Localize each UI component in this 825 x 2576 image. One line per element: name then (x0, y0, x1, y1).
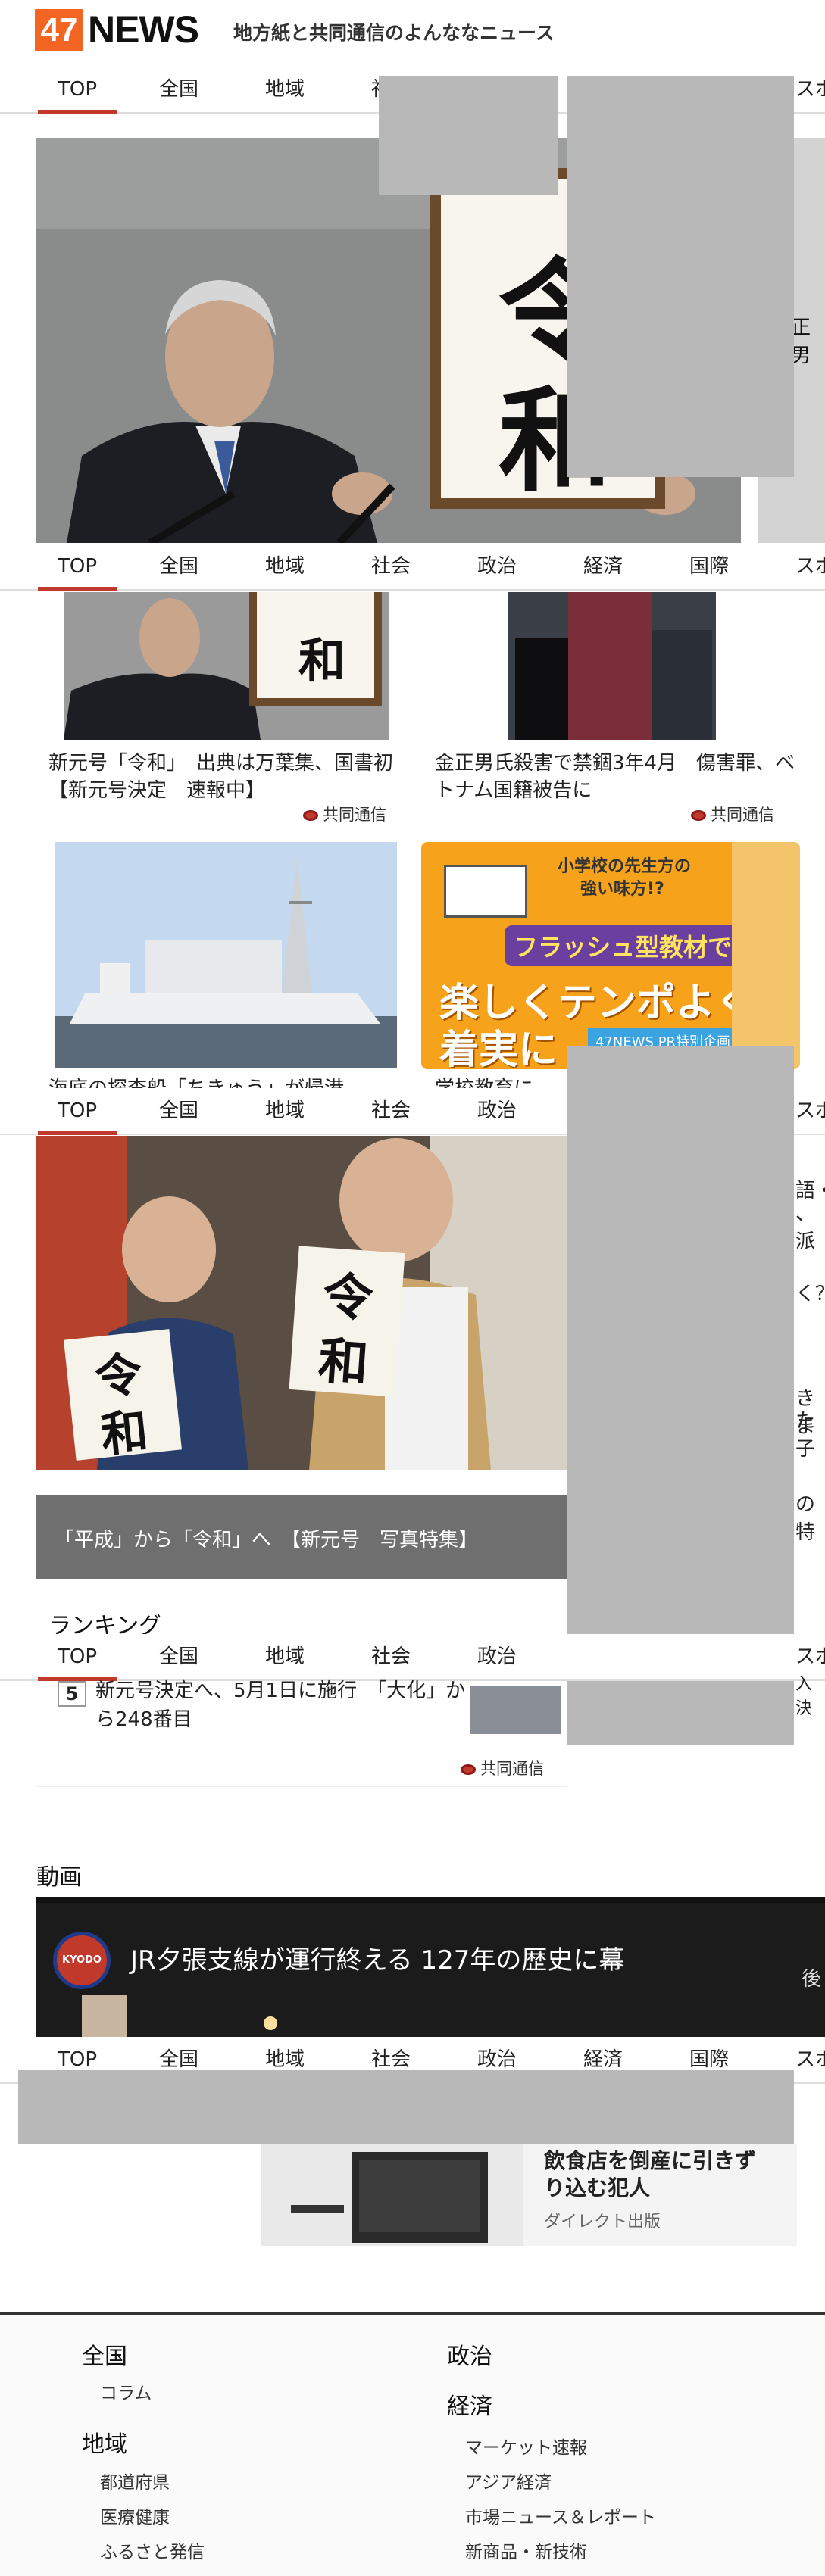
nav-tab-shakai[interactable]: 社会 (371, 1634, 411, 1679)
news-card-2-source: 共同通信 (691, 803, 774, 825)
footer-link-asia[interactable]: アジア経済 (465, 2468, 552, 2493)
ad-line-3: フラッシュ型教材で (505, 925, 742, 966)
promo-thumbnail (261, 2144, 523, 2246)
ad-line-1: 小学校の先生方の (558, 857, 692, 876)
nav-tab-sports[interactable]: スポ (795, 544, 825, 589)
feature-side-frag-2: 、派 (795, 1202, 816, 1253)
news-card-1-source: 共同通信 (303, 803, 386, 825)
feature-sign-left: 令 和 (64, 1329, 182, 1463)
promo-card[interactable]: 飲食店を倒産に引きずり込む犯人 ダイレクト出版 (261, 2144, 797, 2246)
nav-tab-kokusai[interactable]: 国際 (689, 544, 729, 589)
ad-line-2: 強い味方!? (580, 880, 664, 899)
main-nav-sticky-3: TOP 全国 地域 社会 政治 スポ (0, 1634, 825, 1681)
feature-sign-right-kanji-1: 令 (320, 1265, 375, 1329)
feature-image[interactable]: 令 和 令 和 (36, 1136, 567, 1470)
ranking-rank-badge: 5 (58, 1681, 86, 1707)
news-card-3-photo (55, 842, 397, 1068)
nav-tab-zenkoku[interactable]: 全国 (159, 1634, 198, 1679)
site-footer: 全国 コラム 地域 都道府県 医療健康 ふるさと発信 政治 経済 マーケット速報… (0, 2312, 825, 2576)
news-card-1-image[interactable]: 和 (64, 592, 389, 740)
nav-tab-sports[interactable]: スポ (795, 2037, 825, 2082)
video-heading: 動画 (36, 1864, 82, 1891)
site-tagline: 地方紙と共同通信のよんななニュース (233, 22, 555, 44)
news-card-2-image[interactable] (508, 592, 716, 740)
promo-title: 飲食店を倒産に引きずり込む犯人 (544, 2148, 757, 2200)
footer-link-prefectures[interactable]: 都道府県 (100, 2468, 170, 2493)
footer-link-furusato[interactable]: ふるさと発信 (100, 2537, 205, 2563)
promo-source: ダイレクト出版 (544, 2213, 661, 2231)
logo-mark[interactable]: 47 (35, 9, 83, 51)
nav-tab-zenkoku[interactable]: 全国 (159, 67, 198, 112)
card-1-kanji: 和 (298, 633, 346, 688)
video-player[interactable]: KYODO JR夕張支線が運行終える 127年の歴史に幕 後 (36, 1897, 825, 2038)
nav-tab-zenkoku[interactable]: 全国 (159, 544, 198, 589)
news-card-3-image[interactable] (55, 842, 397, 1068)
nav-tab-top[interactable]: TOP (37, 67, 117, 114)
nav-tab-chiiki[interactable]: 地域 (265, 67, 305, 112)
footer-link-zenkoku[interactable]: 全国 (82, 2337, 127, 2371)
nav-tab-sports[interactable]: スポ (795, 67, 825, 112)
footer-link-keizai[interactable]: 経済 (447, 2387, 492, 2421)
footer-link-seiji[interactable]: 政治 (447, 2337, 492, 2371)
video-title: JR夕張支線が運行終える 127年の歴史に幕 (130, 1945, 625, 1976)
footer-link-column[interactable]: コラム (100, 2378, 152, 2404)
nav-tab-chiiki[interactable]: 地域 (265, 544, 305, 589)
nav-tab-shakai[interactable]: 社会 (371, 544, 411, 589)
video-thumb-light (264, 2016, 277, 2030)
nav-tab-top[interactable]: TOP (37, 544, 117, 591)
hero-side-caption: 正男 (791, 317, 811, 367)
footer-link-new-products[interactable]: 新商品・新技術 (465, 2537, 587, 2563)
nav-tab-seiji[interactable]: 政治 (477, 544, 517, 589)
ranking-item-title: 新元号決定へ、5月1日に施行 「大化」から248番目 (95, 1679, 466, 1731)
nav-tab-seiji[interactable]: 政治 (477, 1088, 517, 1134)
nav-tab-chiiki[interactable]: 地域 (265, 1634, 305, 1679)
footer-link-market-news[interactable]: 市場ニュース＆レポート (465, 2503, 656, 2528)
footer-link-market[interactable]: マーケット速報 (465, 2433, 587, 2459)
ad-line-5: 着実に (439, 1028, 558, 1069)
feature-side-frag-6: の特 (795, 1493, 816, 1544)
feature-sign-left-kanji-2: 和 (98, 1402, 151, 1464)
feature-caption-bar[interactable]: 「平成」から「令和」へ 【新元号 写真特集】 (36, 1495, 567, 1579)
news-card-2-photo (508, 592, 716, 740)
nav-tab-sports[interactable]: スポ (795, 1088, 825, 1134)
feature-caption: 「平成」から「令和」へ 【新元号 写真特集】 (55, 1529, 479, 1552)
gray-placeholder-1 (379, 76, 558, 195)
kyodo-logo-icon: KYODO (53, 1932, 111, 1989)
news-card-2-title[interactable]: 金正男氏殺害で禁錮3年4月 傷害罪、ベトナム国籍被告に (435, 750, 798, 804)
ranking-side-frag: 入決 (795, 1675, 813, 1718)
nav-tab-seiji[interactable]: 政治 (477, 1634, 517, 1679)
feature-sign-right-kanji-2: 和 (316, 1330, 370, 1394)
nav-tab-chiiki[interactable]: 地域 (265, 1088, 305, 1134)
feature-side-frag-5: た子 (795, 1410, 816, 1461)
site-header: 47 NEWS 地方紙と共同通信のよんななニュース (0, 0, 825, 65)
footer-link-health[interactable]: 医療健康 (100, 2503, 170, 2528)
main-nav-sticky-1: TOP 全国 地域 社会 政治 経済 国際 スポ (0, 544, 825, 591)
gray-placeholder-2 (567, 76, 794, 477)
ad-card-flash-cards[interactable]: 小学校の先生方の 強い味方!? フラッシュ型教材で 楽しくテンポよく 着実に 4… (421, 842, 800, 1069)
ad-card-illustration (444, 865, 527, 918)
feature-side-frag-3: く？ (795, 1283, 825, 1305)
ranking-item-thumbnail (470, 1686, 561, 1734)
ranking-item-source: 共同通信 (461, 1757, 544, 1779)
ad-child-photo (732, 842, 800, 1069)
gray-placeholder-4 (18, 2070, 794, 2144)
nav-tab-top[interactable]: TOP (37, 1088, 117, 1135)
ranking-item-5[interactable]: 5 新元号決定へ、5月1日に施行 「大化」から248番目 共同通信 (36, 1679, 567, 1787)
video-side-text: 後 (802, 1968, 822, 1991)
nav-tab-zenkoku[interactable]: 全国 (159, 1088, 198, 1134)
video-thumb-sign (82, 1995, 127, 2038)
news-card-1-title[interactable]: 新元号「令和」 出典は万葉集、国書初 【新元号決定 速報中】 (48, 750, 413, 804)
feature-sign-right: 令 和 (289, 1246, 405, 1397)
nav-tab-top[interactable]: TOP (37, 1634, 117, 1681)
footer-link-chiiki[interactable]: 地域 (82, 2425, 127, 2459)
nav-tab-shakai[interactable]: 社会 (371, 1088, 411, 1134)
nav-tab-keizai[interactable]: 経済 (583, 544, 623, 589)
logo-wordmark[interactable]: NEWS (88, 8, 199, 51)
